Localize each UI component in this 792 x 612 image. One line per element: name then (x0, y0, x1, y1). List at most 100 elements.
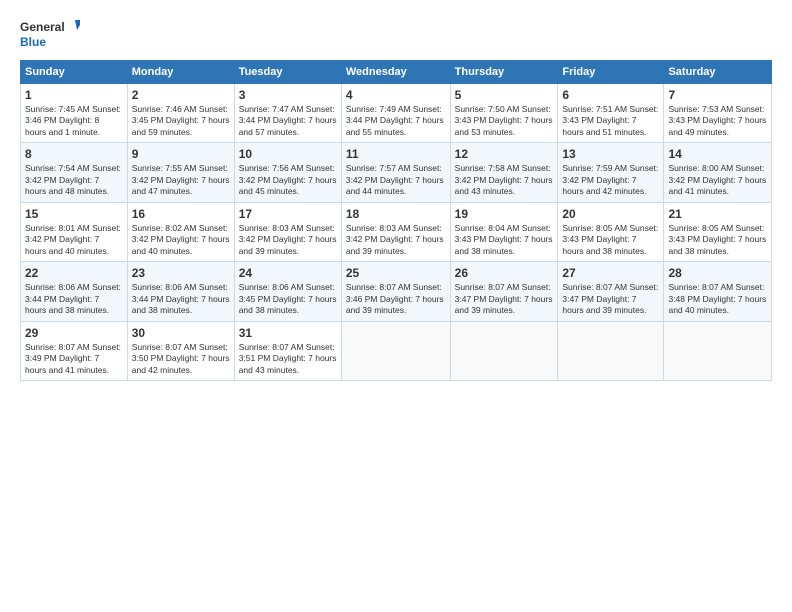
day-info: Sunrise: 8:07 AM Sunset: 3:47 PM Dayligh… (455, 282, 554, 316)
day-number: 1 (25, 88, 123, 102)
day-number: 9 (132, 147, 230, 161)
day-cell: 16 Sunrise: 8:02 AM Sunset: 3:42 PM Dayli… (127, 202, 234, 261)
day-info: Sunrise: 7:55 AM Sunset: 3:42 PM Dayligh… (132, 163, 230, 197)
day-info: Sunrise: 8:07 AM Sunset: 3:48 PM Dayligh… (668, 282, 767, 316)
day-number: 27 (562, 266, 659, 280)
day-info: Sunrise: 8:06 AM Sunset: 3:44 PM Dayligh… (132, 282, 230, 316)
col-header-tuesday: Tuesday (234, 61, 341, 84)
day-cell: 14 Sunrise: 8:00 AM Sunset: 3:42 PM Dayli… (664, 143, 772, 202)
day-cell: 22 Sunrise: 8:06 AM Sunset: 3:44 PM Dayli… (21, 262, 128, 321)
day-info: Sunrise: 7:56 AM Sunset: 3:42 PM Dayligh… (239, 163, 337, 197)
calendar-table: SundayMondayTuesdayWednesdayThursdayFrid… (20, 60, 772, 381)
day-number: 30 (132, 326, 230, 340)
day-number: 6 (562, 88, 659, 102)
day-number: 28 (668, 266, 767, 280)
day-cell (450, 321, 558, 380)
day-cell: 6 Sunrise: 7:51 AM Sunset: 3:43 PM Daylig… (558, 84, 664, 143)
day-cell: 25 Sunrise: 8:07 AM Sunset: 3:46 PM Dayli… (341, 262, 450, 321)
day-number: 22 (25, 266, 123, 280)
day-number: 16 (132, 207, 230, 221)
day-info: Sunrise: 8:07 AM Sunset: 3:46 PM Dayligh… (346, 282, 446, 316)
day-info: Sunrise: 7:49 AM Sunset: 3:44 PM Dayligh… (346, 104, 446, 138)
day-info: Sunrise: 8:03 AM Sunset: 3:42 PM Dayligh… (239, 223, 337, 257)
week-row-1: 1Sunrise: 7:45 AM Sunset: 3:46 PM Daylig… (21, 84, 772, 143)
day-number: 25 (346, 266, 446, 280)
day-number: 3 (239, 88, 337, 102)
day-number: 23 (132, 266, 230, 280)
day-number: 19 (455, 207, 554, 221)
day-cell: 5 Sunrise: 7:50 AM Sunset: 3:43 PM Daylig… (450, 84, 558, 143)
day-info: Sunrise: 8:06 AM Sunset: 3:44 PM Dayligh… (25, 282, 123, 316)
day-number: 8 (25, 147, 123, 161)
day-info: Sunrise: 8:04 AM Sunset: 3:43 PM Dayligh… (455, 223, 554, 257)
day-number: 31 (239, 326, 337, 340)
day-cell: 30 Sunrise: 8:07 AM Sunset: 3:50 PM Dayli… (127, 321, 234, 380)
day-info: Sunrise: 8:06 AM Sunset: 3:45 PM Dayligh… (239, 282, 337, 316)
day-cell (664, 321, 772, 380)
day-info: Sunrise: 7:47 AM Sunset: 3:44 PM Dayligh… (239, 104, 337, 138)
day-cell: 8 Sunrise: 7:54 AM Sunset: 3:42 PM Daylig… (21, 143, 128, 202)
col-header-wednesday: Wednesday (341, 61, 450, 84)
day-cell: 11 Sunrise: 7:57 AM Sunset: 3:42 PM Dayli… (341, 143, 450, 202)
day-info: Sunrise: 8:07 AM Sunset: 3:47 PM Dayligh… (562, 282, 659, 316)
day-info: Sunrise: 7:51 AM Sunset: 3:43 PM Dayligh… (562, 104, 659, 138)
col-header-friday: Friday (558, 61, 664, 84)
day-number: 26 (455, 266, 554, 280)
week-row-2: 8 Sunrise: 7:54 AM Sunset: 3:42 PM Daylig… (21, 143, 772, 202)
day-cell: 1Sunrise: 7:45 AM Sunset: 3:46 PM Daylig… (21, 84, 128, 143)
day-info: Sunrise: 7:50 AM Sunset: 3:43 PM Dayligh… (455, 104, 554, 138)
col-header-saturday: Saturday (664, 61, 772, 84)
day-number: 14 (668, 147, 767, 161)
day-info: Sunrise: 7:53 AM Sunset: 3:43 PM Dayligh… (668, 104, 767, 138)
header: General Blue (20, 16, 772, 52)
week-row-5: 29Sunrise: 8:07 AM Sunset: 3:49 PM Dayli… (21, 321, 772, 380)
logo: General Blue (20, 16, 80, 52)
day-number: 2 (132, 88, 230, 102)
day-cell: 2 Sunrise: 7:46 AM Sunset: 3:45 PM Daylig… (127, 84, 234, 143)
day-cell: 20 Sunrise: 8:05 AM Sunset: 3:43 PM Dayli… (558, 202, 664, 261)
day-cell: 19 Sunrise: 8:04 AM Sunset: 3:43 PM Dayli… (450, 202, 558, 261)
day-number: 20 (562, 207, 659, 221)
day-info: Sunrise: 7:54 AM Sunset: 3:42 PM Dayligh… (25, 163, 123, 197)
day-cell: 28 Sunrise: 8:07 AM Sunset: 3:48 PM Dayli… (664, 262, 772, 321)
day-cell: 18Sunrise: 8:03 AM Sunset: 3:42 PM Dayli… (341, 202, 450, 261)
svg-text:General: General (20, 20, 65, 34)
day-cell: 12Sunrise: 7:58 AM Sunset: 3:42 PM Dayli… (450, 143, 558, 202)
day-info: Sunrise: 7:59 AM Sunset: 3:42 PM Dayligh… (562, 163, 659, 197)
day-cell: 31 Sunrise: 8:07 AM Sunset: 3:51 PM Dayli… (234, 321, 341, 380)
day-info: Sunrise: 8:01 AM Sunset: 3:42 PM Dayligh… (25, 223, 123, 257)
day-info: Sunrise: 7:57 AM Sunset: 3:42 PM Dayligh… (346, 163, 446, 197)
day-number: 5 (455, 88, 554, 102)
day-number: 18 (346, 207, 446, 221)
day-cell (341, 321, 450, 380)
day-number: 4 (346, 88, 446, 102)
day-number: 29 (25, 326, 123, 340)
day-cell (558, 321, 664, 380)
col-header-monday: Monday (127, 61, 234, 84)
week-row-3: 15 Sunrise: 8:01 AM Sunset: 3:42 PM Dayli… (21, 202, 772, 261)
day-number: 11 (346, 147, 446, 161)
day-cell: 10 Sunrise: 7:56 AM Sunset: 3:42 PM Dayli… (234, 143, 341, 202)
day-cell: 9 Sunrise: 7:55 AM Sunset: 3:42 PM Daylig… (127, 143, 234, 202)
day-info: Sunrise: 8:07 AM Sunset: 3:50 PM Dayligh… (132, 342, 230, 376)
day-cell: 7Sunrise: 7:53 AM Sunset: 3:43 PM Daylig… (664, 84, 772, 143)
day-number: 21 (668, 207, 767, 221)
day-info: Sunrise: 8:02 AM Sunset: 3:42 PM Dayligh… (132, 223, 230, 257)
day-info: Sunrise: 8:00 AM Sunset: 3:42 PM Dayligh… (668, 163, 767, 197)
day-cell: 13 Sunrise: 7:59 AM Sunset: 3:42 PM Dayli… (558, 143, 664, 202)
header-row: SundayMondayTuesdayWednesdayThursdayFrid… (21, 61, 772, 84)
day-info: Sunrise: 8:05 AM Sunset: 3:43 PM Dayligh… (562, 223, 659, 257)
day-cell: 26 Sunrise: 8:07 AM Sunset: 3:47 PM Dayli… (450, 262, 558, 321)
day-number: 15 (25, 207, 123, 221)
day-cell: 29Sunrise: 8:07 AM Sunset: 3:49 PM Dayli… (21, 321, 128, 380)
day-info: Sunrise: 8:07 AM Sunset: 3:51 PM Dayligh… (239, 342, 337, 376)
day-cell: 17Sunrise: 8:03 AM Sunset: 3:42 PM Dayli… (234, 202, 341, 261)
day-cell: 21Sunrise: 8:05 AM Sunset: 3:43 PM Dayli… (664, 202, 772, 261)
page: General Blue SundayMondayTuesdayWednesda… (0, 0, 792, 612)
day-cell: 23 Sunrise: 8:06 AM Sunset: 3:44 PM Dayli… (127, 262, 234, 321)
day-cell: 24 Sunrise: 8:06 AM Sunset: 3:45 PM Dayli… (234, 262, 341, 321)
day-number: 10 (239, 147, 337, 161)
day-number: 24 (239, 266, 337, 280)
day-number: 13 (562, 147, 659, 161)
day-info: Sunrise: 7:46 AM Sunset: 3:45 PM Dayligh… (132, 104, 230, 138)
